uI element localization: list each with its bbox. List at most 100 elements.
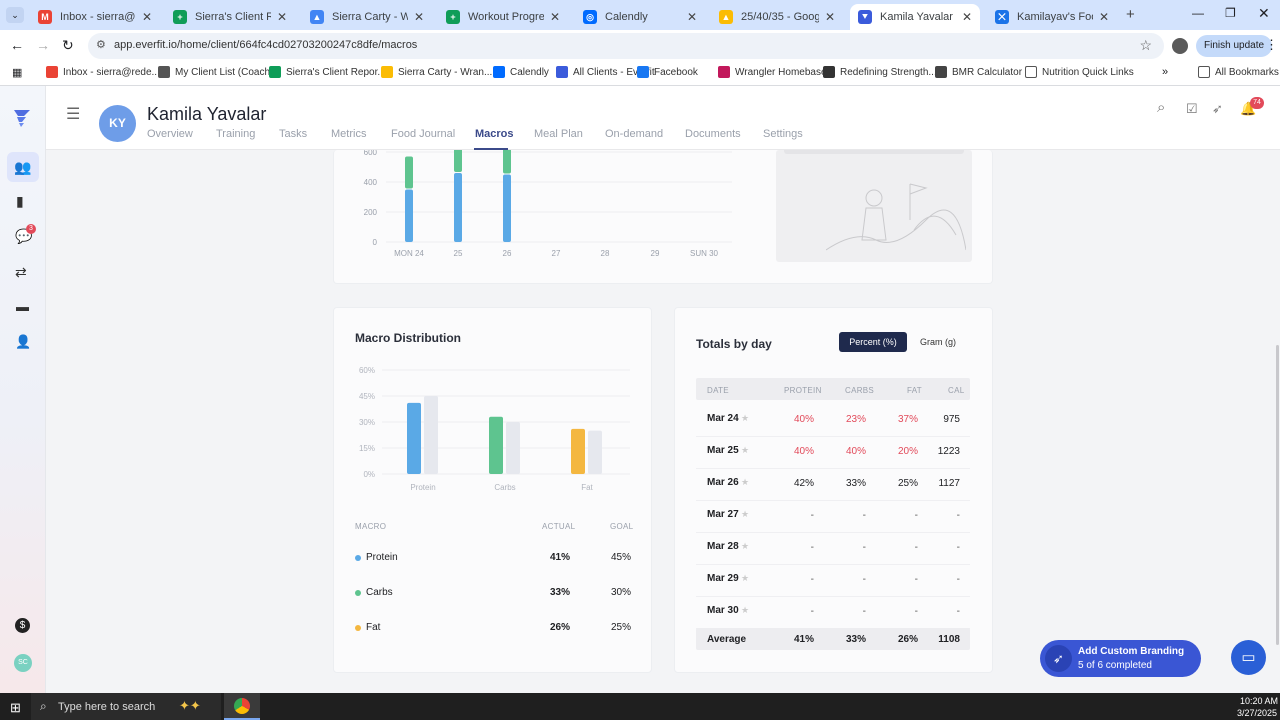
tab-close-icon[interactable]: ✕: [414, 10, 424, 24]
taskbar-search-text: Type here to search: [58, 701, 156, 713]
bookmark-item[interactable]: BMR Calculator: [935, 66, 1022, 78]
folder-nav-icon[interactable]: ▬: [16, 299, 29, 314]
hamburger-menu-icon[interactable]: ☰: [66, 104, 80, 124]
site-info-icon[interactable]: ⚙: [96, 38, 106, 51]
totals-header-row: [696, 378, 970, 400]
row-fat: 25%: [897, 478, 918, 489]
weekly-macros-card: 600 400 200 0 MON 24 25 26 27 28 29 SUN 30: [333, 150, 993, 284]
nav-tab-macros[interactable]: Macros: [475, 128, 514, 140]
bookmark-item[interactable]: Sierra Carty - Wran...: [381, 66, 492, 78]
bookmark-item[interactable]: Wrangler Homebase: [718, 66, 827, 78]
nav-tab-documents[interactable]: Documents: [685, 128, 741, 140]
browser-tab[interactable]: + Workout Progressio ✕: [438, 4, 568, 30]
row-star-icon[interactable]: ★: [741, 573, 749, 584]
omnibox[interactable]: ⚙ app.everfit.io/home/client/664fc4cd027…: [88, 33, 1164, 59]
col-cal: CAL: [948, 386, 965, 395]
tab-close-icon[interactable]: ✕: [142, 10, 152, 24]
browser-tab[interactable]: M Inbox - sierra@redefi ✕: [30, 4, 160, 30]
bookmark-item[interactable]: Redefining Strength...: [823, 66, 937, 78]
bookmark-star-icon[interactable]: ☆: [1139, 37, 1152, 54]
chrome-taskbar-icon[interactable]: [224, 693, 260, 720]
profile-avatar[interactable]: [1172, 38, 1188, 54]
tab-close-icon[interactable]: ✕: [825, 10, 835, 24]
macro-name: Carbs: [366, 587, 393, 598]
bookmark-item[interactable]: Calendly: [493, 66, 549, 78]
rocket-icon[interactable]: ➶: [1212, 101, 1223, 117]
close-window-icon[interactable]: ✕: [1258, 5, 1270, 22]
user-avatar[interactable]: SC: [14, 654, 32, 672]
forward-icon[interactable]: →: [36, 37, 50, 53]
search-icon[interactable]: ⌕: [1157, 99, 1165, 116]
bookmark-item[interactable]: My Client List (Coach): [158, 66, 273, 78]
browser-tab[interactable]: ◎ Calendly ✕: [575, 4, 705, 30]
reload-icon[interactable]: ↻: [62, 37, 74, 54]
restore-icon[interactable]: ❐: [1225, 6, 1236, 20]
macro-dot-icon: [355, 625, 361, 631]
branding-title: Add Custom Branding: [1078, 646, 1185, 657]
nav-tab-meal-plan[interactable]: Meal Plan: [534, 128, 583, 140]
add-custom-branding-button[interactable]: ➶ Add Custom Branding 5 of 6 completed: [1040, 640, 1201, 677]
browser-tab[interactable]: ⨉ Kamilayav's Food Dia ✕: [987, 4, 1117, 30]
everfit-logo-icon[interactable]: [13, 108, 31, 128]
more-bookmarks-icon[interactable]: »: [1162, 66, 1168, 78]
url-text[interactable]: app.everfit.io/home/client/664fc4cd02703…: [114, 39, 417, 51]
tab-favicon-icon: ◎: [583, 10, 597, 24]
browser-menu-icon[interactable]: ⋮: [1265, 37, 1278, 53]
row-star-icon[interactable]: ★: [741, 413, 749, 424]
minimize-icon[interactable]: —: [1192, 6, 1204, 20]
bookmark-item[interactable]: Facebook: [637, 66, 698, 78]
apps-grid-icon[interactable]: ▦: [12, 66, 22, 79]
tasks-icon[interactable]: ☑: [1186, 101, 1198, 117]
bookmark-item[interactable]: Sierra's Client Repor...: [269, 66, 386, 78]
new-tab-icon[interactable]: +: [1126, 6, 1135, 23]
browser-tab[interactable]: ▲ 25/40/35 - Google Dr ✕: [711, 4, 843, 30]
nav-tab-on-demand[interactable]: On-demand: [605, 128, 663, 140]
chat-support-button[interactable]: ▭: [1231, 640, 1266, 675]
nav-tab-training[interactable]: Training: [216, 128, 255, 140]
browser-tab[interactable]: ⯆ Kamila Yavalar - Macr ✕: [850, 4, 980, 30]
nav-tab-tasks[interactable]: Tasks: [279, 128, 307, 140]
team-nav-icon[interactable]: 👤: [15, 334, 31, 350]
tab-close-icon[interactable]: ✕: [1099, 10, 1109, 24]
col-actual: ACTUAL: [542, 522, 576, 531]
bookmark-item[interactable]: Inbox - sierra@rede...: [46, 66, 160, 78]
totals-row: Mar 25 ★ 40% 40% 20% 1223: [696, 445, 970, 469]
library-nav-icon[interactable]: ▮: [16, 193, 24, 210]
row-protein: -: [810, 510, 814, 521]
gram-toggle[interactable]: Gram (g): [909, 332, 967, 352]
row-star-icon[interactable]: ★: [741, 541, 749, 552]
windows-start-icon[interactable]: ⊞: [10, 700, 21, 716]
nav-tab-settings[interactable]: Settings: [763, 128, 803, 140]
taskbar-search-box[interactable]: ⌕ Type here to search ✦✦: [31, 693, 221, 720]
automation-nav-icon[interactable]: ⇄: [15, 264, 27, 281]
col-fat: FAT: [907, 386, 922, 395]
chat-icon: ▭: [1241, 649, 1256, 666]
nav-tab-food-journal[interactable]: Food Journal: [391, 128, 455, 140]
tab-favicon-icon: ⨉: [995, 10, 1009, 24]
bookmark-item[interactable]: Nutrition Quick Links: [1025, 66, 1134, 78]
tab-close-icon[interactable]: ✕: [687, 10, 697, 24]
clients-nav-icon[interactable]: 👥: [7, 152, 39, 182]
tab-close-icon[interactable]: ✕: [962, 10, 972, 24]
bookmarks-bar: ▦ Inbox - sierra@rede... My Client List (…: [0, 62, 1280, 86]
nav-tab-metrics[interactable]: Metrics: [331, 128, 366, 140]
page-scrollbar[interactable]: [1276, 345, 1279, 645]
row-star-icon[interactable]: ★: [741, 605, 749, 616]
row-star-icon[interactable]: ★: [741, 509, 749, 520]
browser-tab[interactable]: ▲ Sierra Carty - Wrangle ✕: [302, 4, 432, 30]
tab-close-icon[interactable]: ✕: [277, 10, 287, 24]
back-icon[interactable]: ←: [10, 37, 24, 53]
all-bookmarks[interactable]: All Bookmarks: [1198, 66, 1279, 78]
payments-nav-icon[interactable]: $: [15, 618, 30, 633]
weekly-y-tick: 0: [373, 238, 378, 247]
tab-search-button[interactable]: ⌄: [6, 7, 24, 23]
finish-update-button[interactable]: Finish update: [1196, 35, 1273, 57]
nav-tab-overview[interactable]: Overview: [147, 128, 193, 140]
percent-toggle[interactable]: Percent (%): [839, 332, 907, 352]
row-star-icon[interactable]: ★: [741, 445, 749, 456]
browser-tab[interactable]: + Sierra's Client Report ✕: [165, 4, 295, 30]
col-macro: MACRO: [355, 522, 387, 531]
dist-x-label: Carbs: [494, 483, 515, 492]
tab-close-icon[interactable]: ✕: [550, 10, 560, 24]
row-star-icon[interactable]: ★: [741, 477, 749, 488]
